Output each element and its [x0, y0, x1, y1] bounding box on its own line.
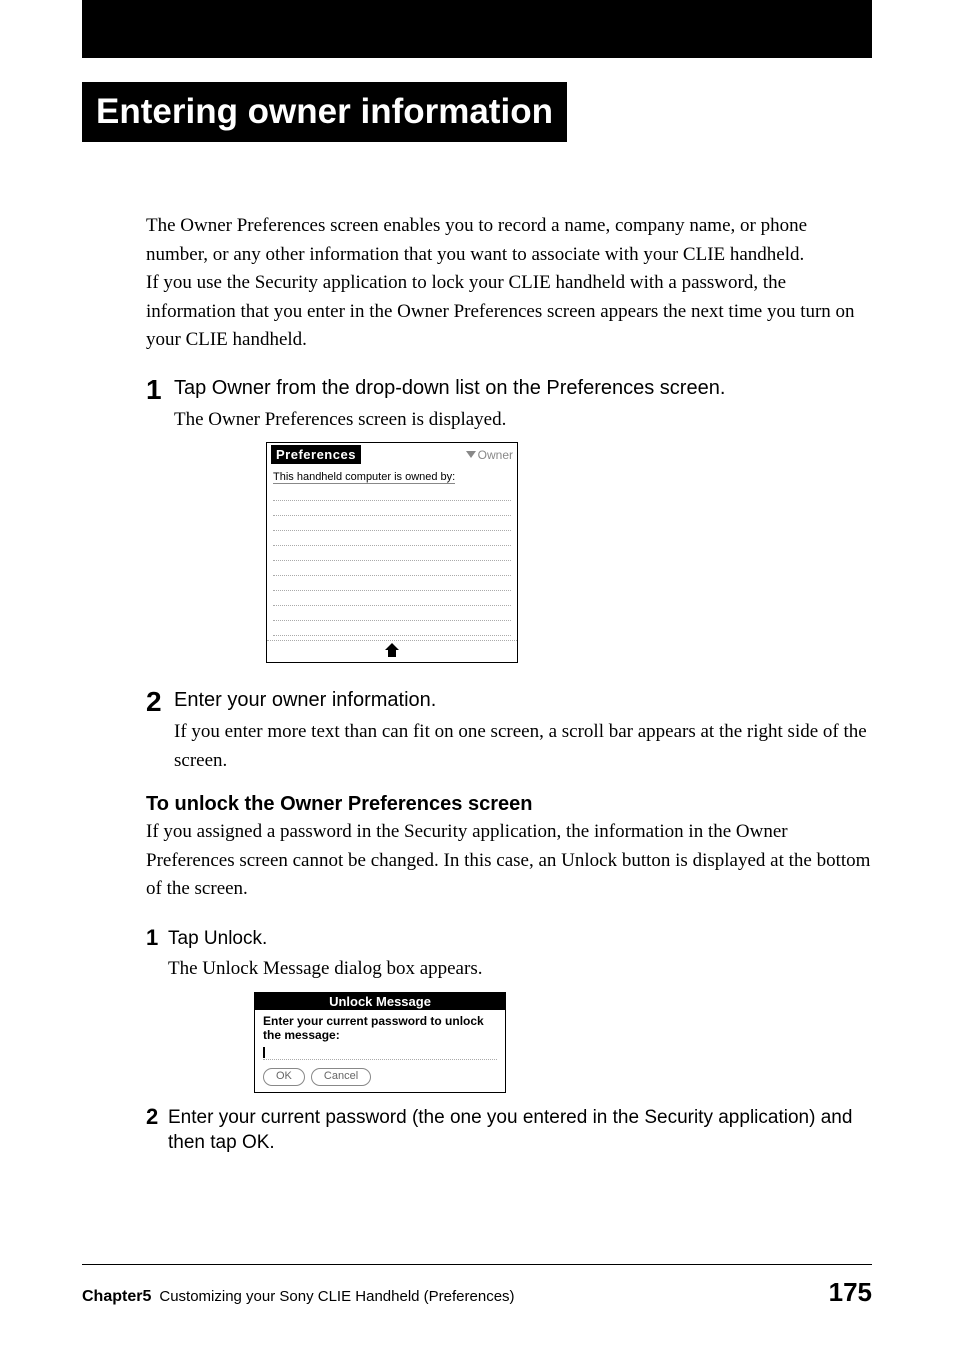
owner-input-line[interactable]: [273, 621, 511, 636]
unlock-paragraph: If you assigned a password in the Securi…: [146, 818, 872, 904]
prefs-dropdown-label: Owner: [478, 448, 513, 462]
footer-page-number: 175: [829, 1277, 872, 1308]
unlock-password-input[interactable]: [263, 1045, 497, 1060]
step-1-instruction: Tap Owner from the drop-down list on the…: [174, 375, 872, 402]
unlock-dialog-title: Unlock Message: [255, 993, 505, 1010]
unlock-step-1-instruction: Tap Unlock.: [168, 926, 872, 952]
cancel-button[interactable]: Cancel: [311, 1068, 371, 1085]
home-icon[interactable]: [385, 643, 399, 660]
prefs-category-dropdown[interactable]: Owner: [466, 448, 513, 462]
prefs-prompt: This handheld computer is owned by:: [273, 471, 455, 484]
owner-input-line[interactable]: [273, 531, 511, 546]
dropdown-arrow-icon: [466, 451, 476, 458]
unlock-dialog-prompt: Enter your current password to unlock th…: [263, 1014, 497, 1043]
text-cursor: [263, 1047, 265, 1058]
unlock-step-number-1: 1: [146, 926, 168, 950]
unlock-dialog-screenshot: Unlock Message Enter your current passwo…: [254, 992, 506, 1093]
step-2-instruction: Enter your owner information.: [174, 687, 872, 714]
owner-input-line[interactable]: [273, 546, 511, 561]
step-number-2: 2: [146, 687, 174, 718]
unlock-step-number-2: 2: [146, 1105, 168, 1129]
step-2-caption: If you enter more text than can fit on o…: [174, 718, 872, 775]
page-title: Entering owner information: [82, 82, 567, 142]
owner-input-line[interactable]: [273, 606, 511, 621]
preferences-screenshot: Preferences Owner This handheld computer…: [266, 442, 518, 663]
footer-title: Customizing your Sony CLIE Handheld (Pre…: [159, 1288, 514, 1305]
owner-input-line[interactable]: [273, 516, 511, 531]
unlock-subheading: To unlock the Owner Preferences screen: [146, 793, 872, 816]
unlock-step-1-caption: The Unlock Message dialog box appears.: [168, 955, 872, 984]
header-band: [82, 0, 872, 58]
owner-input-line[interactable]: [273, 501, 511, 516]
owner-input-line[interactable]: [273, 486, 511, 501]
ok-button[interactable]: OK: [263, 1068, 305, 1085]
intro-paragraph-2: If you use the Security application to l…: [146, 269, 872, 355]
owner-input-line[interactable]: [273, 576, 511, 591]
step-1-caption: The Owner Preferences screen is displaye…: [174, 406, 872, 435]
unlock-step-2-instruction: Enter your current password (the one you…: [168, 1105, 872, 1156]
step-number-1: 1: [146, 375, 174, 406]
owner-input-line[interactable]: [273, 561, 511, 576]
intro-paragraph-1: The Owner Preferences screen enables you…: [146, 212, 872, 269]
footer-chapter: Chapter5: [82, 1288, 151, 1306]
page-footer: Chapter5 Customizing your Sony CLIE Hand…: [82, 1264, 872, 1308]
owner-input-line[interactable]: [273, 591, 511, 606]
prefs-app-title: Preferences: [271, 445, 361, 464]
